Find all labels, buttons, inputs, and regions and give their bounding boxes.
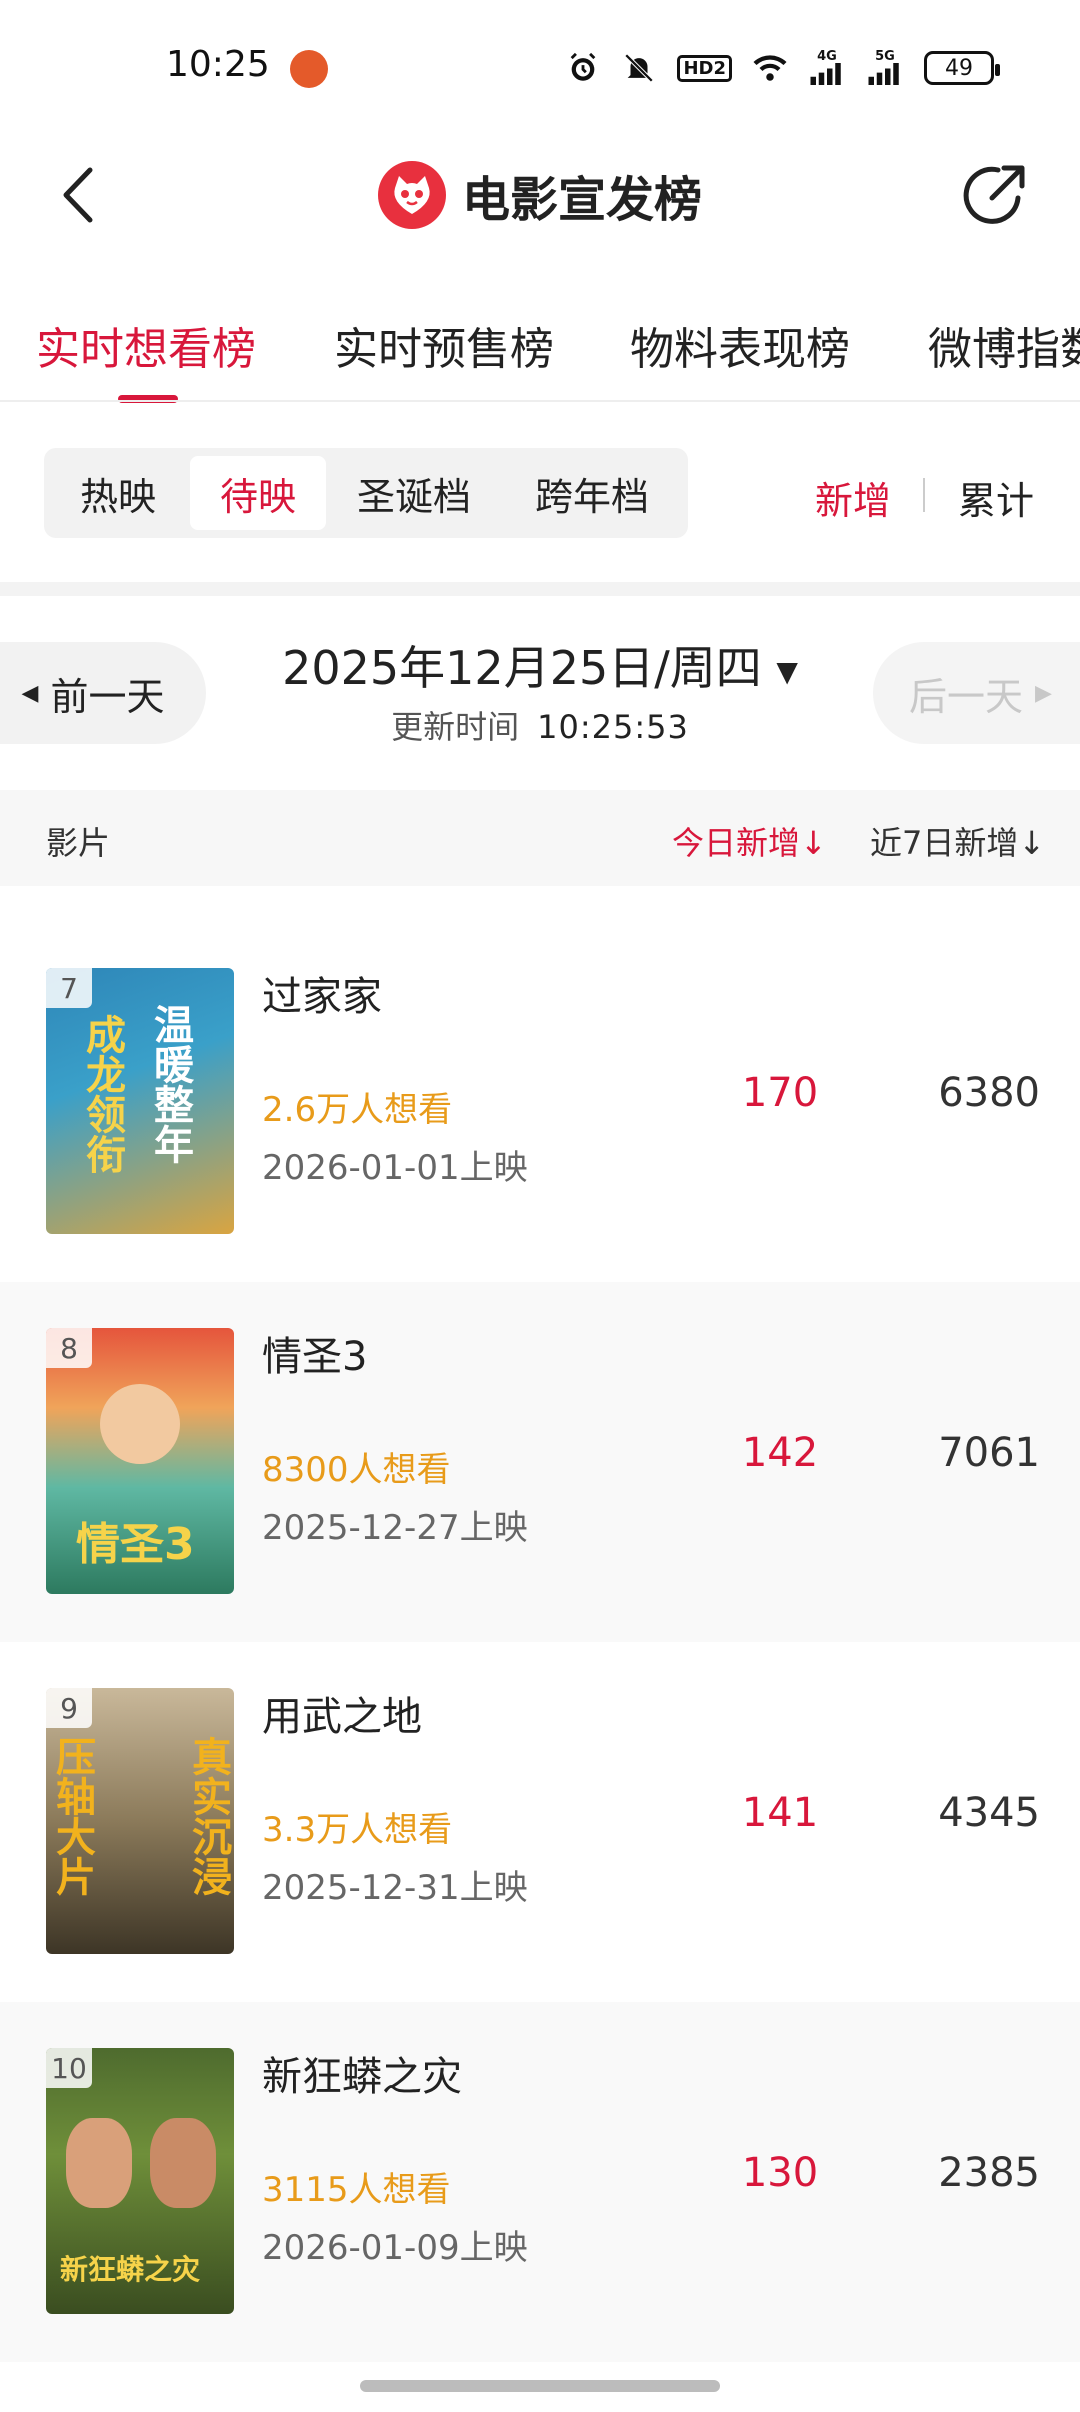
want-count: 3.3万人想看 (262, 1810, 453, 1850)
week-new: 2385 (938, 2150, 1040, 2196)
hd-label: HD2 (677, 54, 732, 82)
status-time: 10:25 (166, 44, 270, 85)
film-poster: 压轴大片 真实沉浸 9 (46, 1688, 234, 1954)
today-new: 142 (741, 1430, 819, 1476)
poster-title-text: 情圣3 (76, 1519, 195, 1570)
mode-total-button[interactable]: 累计 (958, 470, 1034, 525)
mute-icon (621, 50, 657, 86)
home-indicator[interactable] (360, 2380, 720, 2392)
maoyan-logo-icon (377, 161, 446, 229)
status-segmented-control: 热映 待映 圣诞档 跨年档 (44, 448, 688, 538)
rank-badge: 9 (46, 1688, 92, 1728)
tab-material-performance[interactable]: 物料表现榜 (630, 313, 850, 377)
rank-badge: 7 (46, 968, 92, 1008)
release-date: 2026-01-09上映 (262, 2228, 528, 2268)
table-header: 影片 今日新增↓ 近7日新增↓ (0, 790, 1080, 886)
next-day-button[interactable]: 后一天 ▶ (873, 642, 1080, 744)
film-row[interactable]: 温暖整年 成龙领衔 7 过家家 2.6万人想看 2026-01-01上映 170… (0, 922, 1080, 1282)
signal-4g-icon: 4G (808, 50, 846, 86)
tabs-divider (0, 400, 1080, 402)
header-title-area: 电影宣发榜 (0, 155, 1080, 235)
film-title: 新狂蟒之灾 (262, 2054, 462, 2100)
film-row[interactable]: 压轴大片 真实沉浸 9 用武之地 3.3万人想看 2025-12-31上映 14… (0, 1642, 1080, 2002)
week-new: 4345 (938, 1790, 1040, 1836)
want-count: 2.6万人想看 (262, 1090, 453, 1130)
poster-title-text: 新狂蟒之灾 (60, 2253, 201, 2286)
poster-text-left: 压轴大片 (49, 1736, 95, 1896)
segment-now-showing[interactable]: 热映 (52, 456, 184, 530)
want-count: 8300人想看 (262, 1450, 451, 1490)
poster-face (100, 1384, 180, 1464)
film-title: 情圣3 (262, 1334, 368, 1380)
want-count: 3115人想看 (262, 2170, 451, 2210)
segment-upcoming[interactable]: 待映 (190, 456, 326, 530)
section-gap (0, 582, 1080, 596)
mode-new-button[interactable]: 新增 (815, 470, 891, 525)
film-poster: 温暖整年 成龙领衔 7 (46, 968, 234, 1234)
signal-5g-icon: 5G (866, 50, 904, 86)
battery-icon: 49 (924, 51, 1000, 85)
release-date: 2025-12-31上映 (262, 1868, 528, 1908)
segment-christmas[interactable]: 圣诞档 (334, 456, 494, 530)
col-film: 影片 (46, 824, 111, 862)
update-time: 10:25:53 (537, 708, 689, 746)
mode-separator (923, 478, 925, 512)
week-new: 6380 (938, 1070, 1040, 1116)
film-title: 过家家 (262, 974, 382, 1020)
today-new: 130 (741, 2150, 819, 2196)
poster-text-right: 温暖整年 (147, 1004, 193, 1164)
poster-face-left (66, 2118, 132, 2208)
rank-badge: 10 (46, 2048, 92, 2088)
alarm-icon (565, 50, 601, 86)
next-day-label: 后一天 (909, 674, 1024, 719)
sort-today-new[interactable]: 今日新增↓ (672, 818, 827, 864)
film-row[interactable]: 情圣3 8 情圣3 8300人想看 2025-12-27上映 142 7061 (0, 1282, 1080, 1642)
film-row[interactable]: 新狂蟒之灾 10 新狂蟒之灾 3115人想看 2026-01-09上映 130 … (0, 2002, 1080, 2362)
tab-weibo-index[interactable]: 微博指数 (928, 313, 1080, 377)
film-title: 用武之地 (262, 1694, 422, 1740)
film-poster: 新狂蟒之灾 10 (46, 2048, 234, 2314)
dropdown-caret-icon: ▼ (776, 655, 798, 688)
ranking-tabs: 实时想看榜 实时预售榜 物料表现榜 微博指数 (0, 295, 1080, 405)
today-new: 141 (741, 1790, 819, 1836)
segment-new-year[interactable]: 跨年档 (504, 456, 680, 530)
film-poster: 情圣3 8 (46, 1328, 234, 1594)
release-date: 2025-12-27上映 (262, 1508, 528, 1548)
battery-level: 49 (945, 55, 973, 81)
date-label: 2025年12月25日/周四 (282, 641, 762, 695)
tab-realtime-want[interactable]: 实时想看榜 (36, 313, 256, 377)
week-new: 7061 (938, 1430, 1040, 1476)
poster-face-right (150, 2118, 216, 2208)
caret-right-icon: ▶ (1035, 680, 1052, 706)
release-date: 2026-01-01上映 (262, 1148, 528, 1188)
tab-realtime-presale[interactable]: 实时预售榜 (334, 313, 554, 377)
page-title: 电影宣发榜 (461, 172, 702, 228)
share-button[interactable] (958, 158, 1032, 232)
wifi-icon (752, 50, 788, 86)
maoyan-notification-icon (290, 50, 328, 88)
poster-text-right: 真实沉浸 (185, 1736, 231, 1896)
today-new: 170 (741, 1070, 819, 1116)
poster-text-left: 成龙领衔 (79, 1014, 125, 1174)
sort-7day-new[interactable]: 近7日新增↓ (870, 818, 1045, 864)
update-label: 更新时间 (391, 708, 520, 746)
status-icons: HD2 4G 5G 49 (565, 44, 1000, 92)
rank-badge: 8 (46, 1328, 92, 1368)
